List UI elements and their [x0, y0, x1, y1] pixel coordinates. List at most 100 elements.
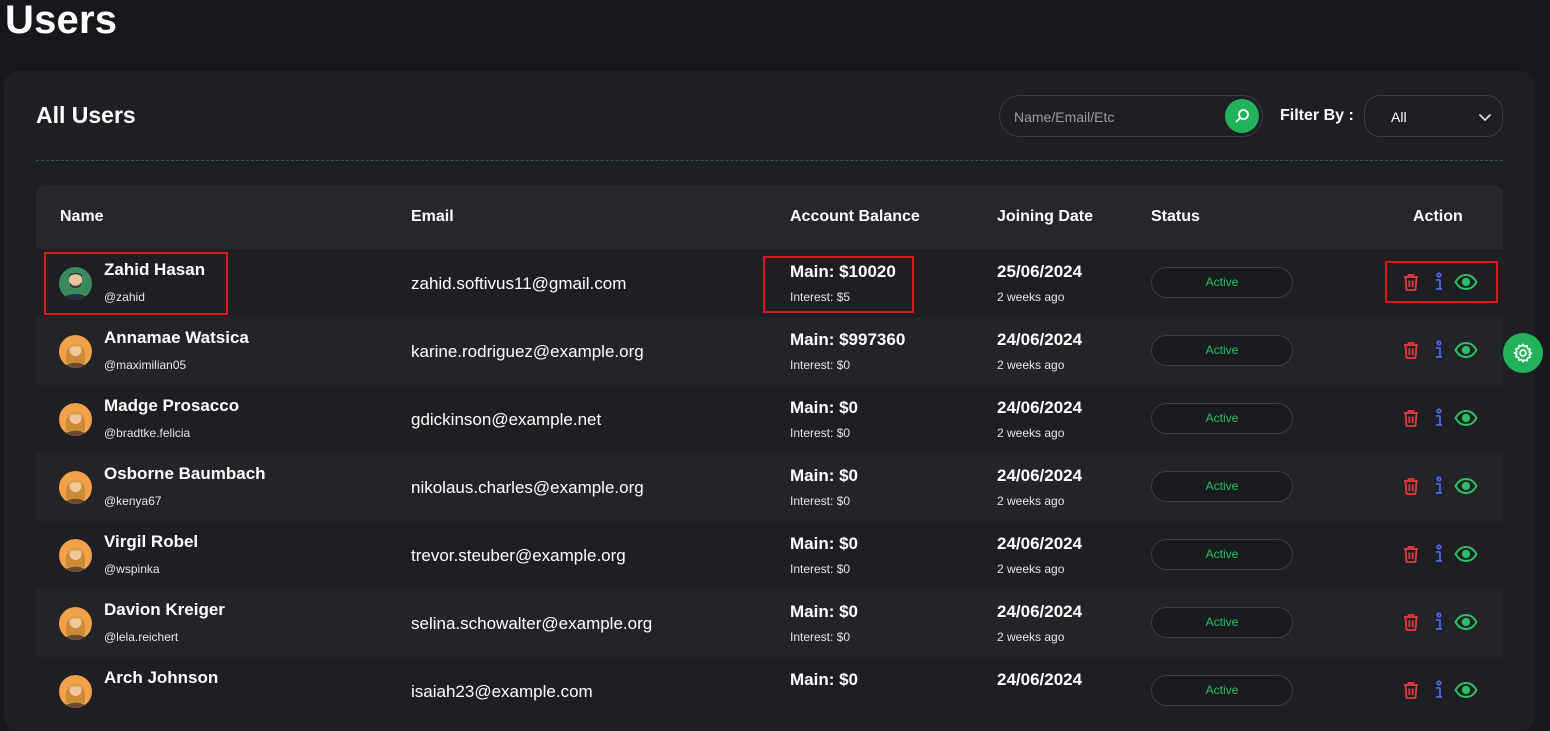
avatar: [59, 267, 92, 300]
user-email: selina.schowalter@example.org: [411, 614, 653, 633]
search-icon: [1234, 108, 1250, 124]
info-icon: [1433, 476, 1445, 496]
user-handle: @bradtke.felicia: [104, 426, 191, 440]
balance-interest: Interest: $0: [790, 494, 851, 508]
info-button[interactable]: [1428, 339, 1450, 361]
eye-icon: [1454, 409, 1478, 427]
info-icon: [1433, 408, 1445, 428]
info-icon: [1433, 544, 1445, 564]
joining-date: 24/06/2024: [997, 602, 1083, 621]
card-title: All Users: [36, 102, 136, 128]
joining-date: 25/06/2024: [997, 262, 1083, 281]
user-name[interactable]: Arch Johnson: [104, 667, 218, 689]
balance-main: Main: $0: [790, 670, 859, 689]
search-button[interactable]: [1225, 99, 1259, 133]
trash-icon: [1402, 476, 1420, 496]
eye-icon: [1454, 477, 1478, 495]
balance-main: Main: $0: [790, 398, 859, 417]
user-name[interactable]: Davion Kreiger: [104, 599, 225, 621]
trash-icon: [1402, 612, 1420, 632]
info-button[interactable]: [1428, 271, 1450, 293]
status-badge: Active: [1151, 607, 1293, 638]
delete-button[interactable]: [1400, 679, 1422, 701]
eye-icon: [1454, 341, 1478, 359]
balance-interest: Interest: $5: [790, 290, 851, 304]
header-name: Name: [60, 208, 104, 225]
status-badge: Active: [1151, 539, 1293, 570]
balance-main: Main: $0: [790, 466, 859, 485]
header-status: Status: [1151, 208, 1200, 225]
trash-icon: [1402, 272, 1420, 292]
view-button[interactable]: [1454, 475, 1478, 497]
info-button[interactable]: [1428, 679, 1450, 701]
delete-button[interactable]: [1400, 271, 1422, 293]
status-badge: Active: [1151, 267, 1293, 298]
trash-icon: [1402, 340, 1420, 360]
avatar: [59, 675, 92, 708]
view-button[interactable]: [1454, 407, 1478, 429]
view-button[interactable]: [1454, 271, 1478, 293]
user-handle: @kenya67: [104, 494, 162, 508]
balance-main: Main: $0: [790, 602, 859, 621]
info-button[interactable]: [1428, 407, 1450, 429]
delete-button[interactable]: [1400, 407, 1422, 429]
header-balance: Account Balance: [790, 208, 920, 225]
user-handle: @zahid: [104, 290, 145, 304]
user-name[interactable]: Annamae Watsica: [104, 327, 249, 349]
info-icon: [1433, 612, 1445, 632]
user-name[interactable]: Osborne Baumbach: [104, 463, 266, 485]
trash-icon: [1402, 408, 1420, 428]
eye-icon: [1454, 681, 1478, 699]
info-icon: [1433, 680, 1445, 700]
user-email: zahid.softivus11@gmail.com: [411, 274, 627, 293]
info-button[interactable]: [1428, 543, 1450, 565]
header-joining-date: Joining Date: [997, 208, 1094, 225]
info-button[interactable]: [1428, 611, 1450, 633]
filter-selected-value: All: [1391, 109, 1407, 125]
view-button[interactable]: [1454, 611, 1478, 633]
joining-date: 24/06/2024: [997, 466, 1083, 485]
avatar: [59, 403, 92, 436]
eye-icon: [1454, 273, 1478, 291]
table-row: Osborne Baumbach @kenya67 nikolaus.charles…: [36, 453, 1503, 521]
user-email: trevor.steuber@example.org: [411, 546, 626, 565]
settings-fab-button[interactable]: [1503, 333, 1543, 373]
delete-button[interactable]: [1400, 543, 1422, 565]
avatar: [59, 471, 92, 504]
search-input[interactable]: [1012, 96, 1226, 138]
header-action: Action: [1413, 208, 1463, 225]
balance-main: Main: $997360: [790, 330, 906, 349]
joining-relative: 2 weeks ago: [997, 426, 1065, 440]
view-button[interactable]: [1454, 339, 1478, 361]
eye-icon: [1454, 613, 1478, 631]
trash-icon: [1402, 544, 1420, 564]
user-name[interactable]: Zahid Hasan: [104, 259, 205, 281]
joining-relative: 2 weeks ago: [997, 358, 1065, 372]
delete-button[interactable]: [1400, 339, 1422, 361]
balance-main: Main: $10020: [790, 262, 896, 281]
eye-icon: [1454, 545, 1478, 563]
status-badge: Active: [1151, 471, 1293, 502]
view-button[interactable]: [1454, 543, 1478, 565]
page-title: Users: [5, 0, 118, 42]
joining-relative: 2 weeks ago: [997, 494, 1065, 508]
balance-interest: Interest: $0: [790, 358, 851, 372]
delete-button[interactable]: [1400, 611, 1422, 633]
balance-main: Main: $0: [790, 534, 859, 553]
delete-button[interactable]: [1400, 475, 1422, 497]
trash-icon: [1402, 680, 1420, 700]
view-button[interactable]: [1454, 679, 1478, 701]
balance-interest: Interest: $0: [790, 630, 851, 644]
avatar: [59, 607, 92, 640]
joining-relative: 2 weeks ago: [997, 562, 1065, 576]
joining-date: 24/06/2024: [997, 330, 1083, 349]
gear-icon: [1512, 342, 1534, 364]
info-icon: [1433, 272, 1445, 292]
user-email: nikolaus.charles@example.org: [411, 478, 644, 497]
filter-select[interactable]: All: [1364, 95, 1503, 137]
info-button[interactable]: [1428, 475, 1450, 497]
user-name[interactable]: Madge Prosacco: [104, 395, 239, 417]
user-handle: @lela.reichert: [104, 630, 179, 644]
user-name[interactable]: Virgil Robel: [104, 531, 198, 553]
joining-date: 24/06/2024: [997, 670, 1083, 689]
